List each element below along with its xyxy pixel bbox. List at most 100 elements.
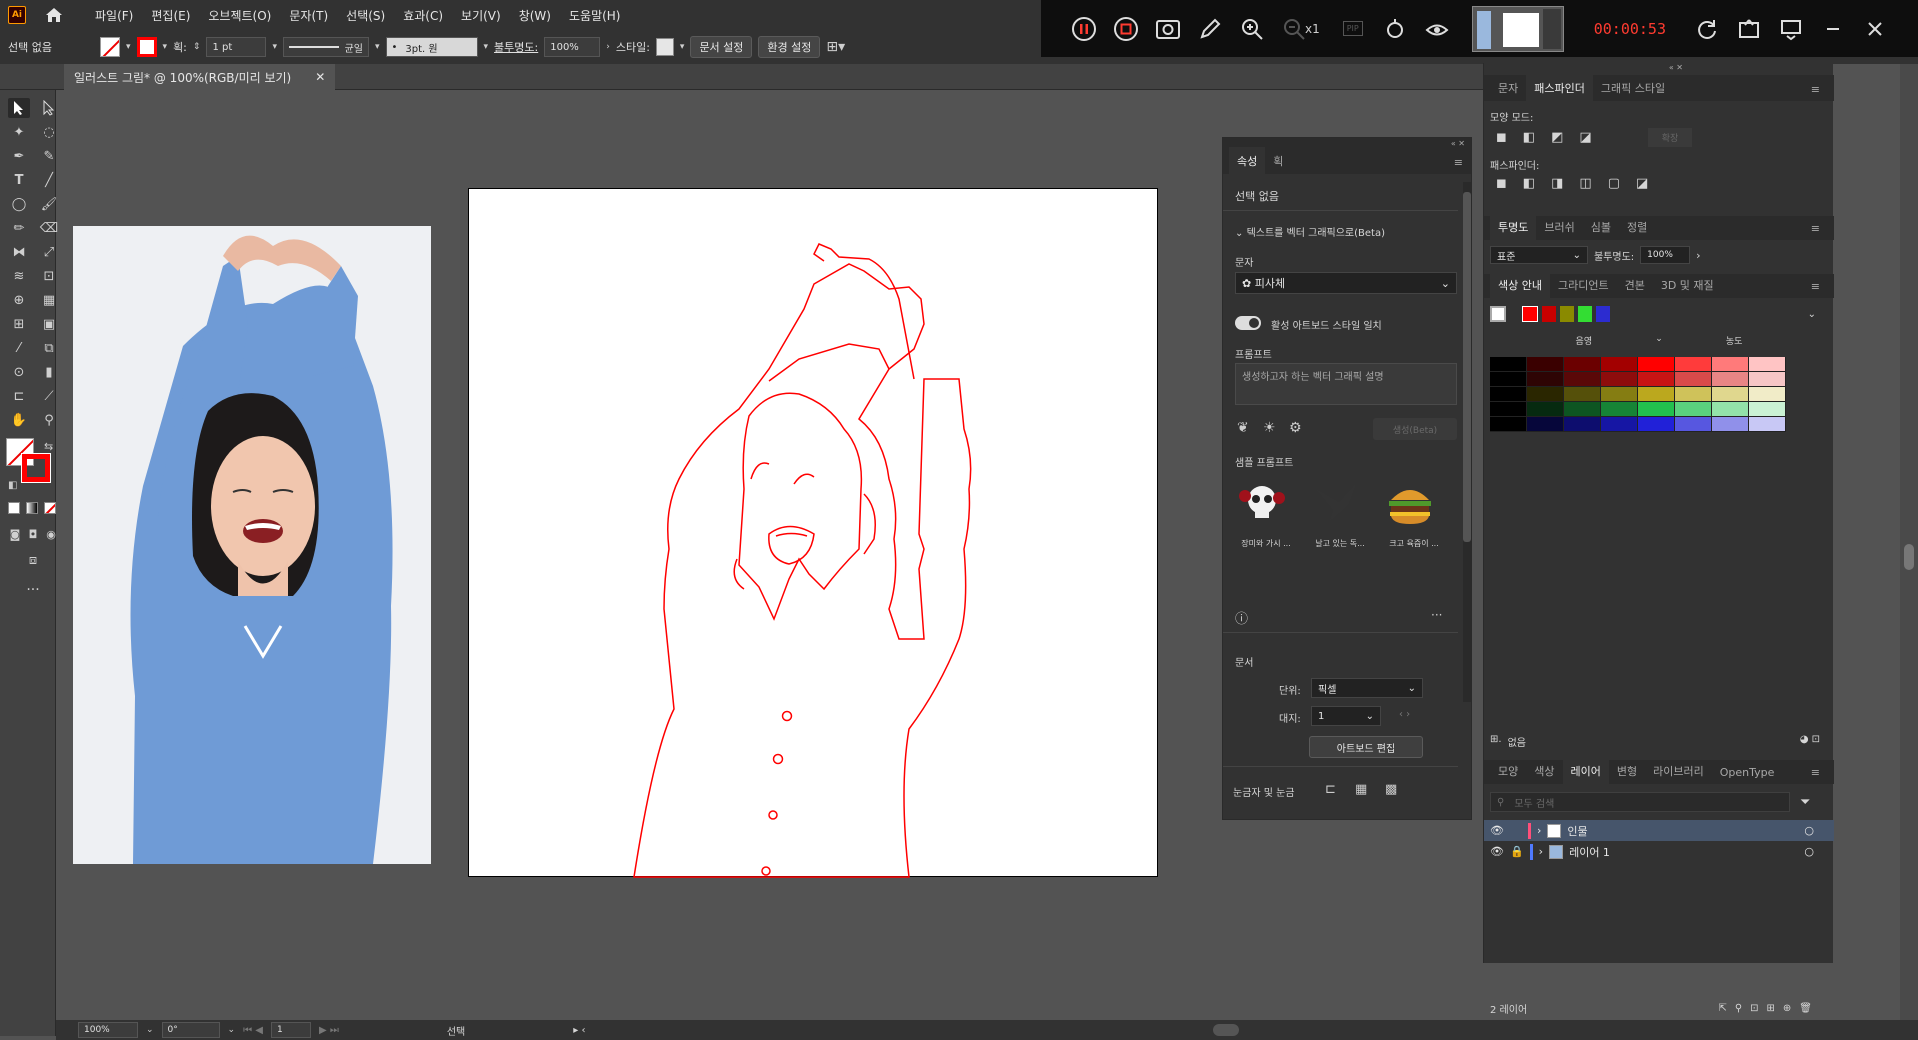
recording-preview-thumbnail[interactable] bbox=[1471, 5, 1564, 52]
palette-swatch[interactable] bbox=[1564, 402, 1601, 417]
blend-mode-dropdown[interactable]: 표준 ⌄ bbox=[1490, 246, 1588, 264]
chevron-right-icon[interactable]: › bbox=[1537, 824, 1541, 837]
gradient-mode-icon[interactable] bbox=[26, 502, 38, 514]
palette-swatch[interactable] bbox=[1638, 417, 1675, 432]
minimize-icon[interactable] bbox=[1812, 8, 1854, 50]
panel-menu-icon[interactable]: ≡ bbox=[1811, 83, 1820, 101]
grid-icon[interactable]: ▦ bbox=[1355, 782, 1367, 797]
mesh-tool-icon[interactable]: ⊞ bbox=[8, 314, 30, 334]
style-swatch[interactable] bbox=[655, 38, 674, 56]
palette-swatch[interactable] bbox=[1675, 417, 1712, 432]
palette-swatch[interactable] bbox=[1601, 387, 1638, 402]
document-tab[interactable]: 일러스트 그림* @ 100%(RGB/미리 보기) ✕ bbox=[64, 64, 336, 90]
palette-swatch[interactable] bbox=[1749, 372, 1786, 387]
target-circle-icon[interactable]: ○ bbox=[1804, 824, 1814, 837]
blend-tool-icon[interactable]: ⧉ bbox=[38, 338, 60, 358]
palette-swatch[interactable] bbox=[1490, 372, 1527, 387]
menu-select[interactable]: 선택(S) bbox=[337, 7, 394, 24]
palette-swatch[interactable] bbox=[1564, 357, 1601, 372]
collapse-icon[interactable]: « ✕ bbox=[1451, 139, 1465, 148]
palette-swatch[interactable] bbox=[1490, 402, 1527, 417]
tab-swatches[interactable]: 견본 bbox=[1617, 277, 1653, 298]
tab-appearance[interactable]: 모양 bbox=[1490, 763, 1526, 784]
menu-object[interactable]: 오브젝트(O) bbox=[199, 7, 280, 24]
line-tool-icon[interactable]: ╱ bbox=[38, 170, 60, 190]
trim-icon[interactable]: ◧ bbox=[1523, 176, 1535, 191]
tab-layers[interactable]: 레이어 bbox=[1562, 757, 1609, 784]
cursor-effect-icon[interactable] bbox=[1374, 8, 1416, 50]
scale-tool-icon[interactable]: ⤢ bbox=[38, 242, 60, 262]
menu-view[interactable]: 보기(V) bbox=[452, 7, 510, 24]
visibility-eye-icon[interactable]: 👁 bbox=[1490, 845, 1504, 858]
exclude-icon[interactable]: ◪ bbox=[1579, 130, 1591, 145]
intersect-icon[interactable]: ◩ bbox=[1551, 130, 1563, 145]
grid-view-icon[interactable]: ⊞. bbox=[1490, 734, 1502, 749]
lasso-tool-icon[interactable]: ◌ bbox=[38, 122, 60, 142]
minus-back-icon[interactable]: ◪ bbox=[1636, 176, 1648, 191]
palette-swatch[interactable] bbox=[1749, 357, 1786, 372]
palette-swatch[interactable] bbox=[1564, 387, 1601, 402]
tab-color[interactable]: 색상 bbox=[1526, 763, 1562, 784]
chevron-down-icon[interactable]: ▾ bbox=[272, 42, 277, 52]
tab-align[interactable]: 정렬 bbox=[1619, 219, 1655, 240]
palette-swatch[interactable] bbox=[1638, 387, 1675, 402]
direct-selection-tool-icon[interactable] bbox=[38, 98, 60, 118]
default-colors-icon[interactable]: ◧ bbox=[8, 480, 17, 491]
screenshot-icon[interactable] bbox=[1147, 8, 1189, 50]
artboard[interactable] bbox=[468, 188, 1158, 878]
info-icon[interactable]: ⓘ bbox=[1235, 608, 1248, 627]
none-mode-icon[interactable] bbox=[44, 502, 56, 514]
properties-scrollbar[interactable] bbox=[1463, 182, 1471, 702]
layer-row-layer1[interactable]: 👁 🔒 › 레이어 1 ○ bbox=[1484, 841, 1834, 862]
palette-swatch[interactable] bbox=[1712, 357, 1749, 372]
more-options-icon[interactable]: ··· bbox=[1431, 608, 1442, 622]
tab-opentype[interactable]: OpenType bbox=[1712, 766, 1783, 784]
unite-icon[interactable]: ◼ bbox=[1496, 130, 1507, 145]
menu-window[interactable]: 창(W) bbox=[510, 7, 560, 24]
reference-photo[interactable] bbox=[73, 226, 431, 864]
horizontal-scroll-thumb[interactable] bbox=[1213, 1024, 1240, 1036]
visibility-eye-icon[interactable]: 👁 bbox=[1490, 824, 1504, 837]
settings-dropdown-icon[interactable] bbox=[1770, 8, 1812, 50]
prompt-textarea[interactable]: 생성하고자 하는 벡터 그래픽 설명 bbox=[1235, 363, 1457, 405]
merge-icon[interactable]: ◨ bbox=[1551, 176, 1563, 191]
vertical-scrollbar[interactable] bbox=[1900, 64, 1918, 1040]
palette-swatch[interactable] bbox=[1490, 357, 1527, 372]
stop-icon[interactable] bbox=[1105, 8, 1147, 50]
palette-swatch[interactable] bbox=[1601, 357, 1638, 372]
free-transform-tool-icon[interactable]: ⊡ bbox=[38, 266, 60, 286]
palette-swatch[interactable] bbox=[1601, 372, 1638, 387]
pen-tool-icon[interactable]: ✒ bbox=[8, 146, 30, 166]
chevron-down-icon[interactable]: ▾ bbox=[126, 42, 131, 52]
palette-swatch[interactable] bbox=[1527, 417, 1564, 432]
panel-menu-icon[interactable]: ≡ bbox=[1811, 766, 1820, 784]
eye-effect-icon[interactable] bbox=[1416, 8, 1458, 50]
chevron-down-icon[interactable]: ⌄ bbox=[146, 1025, 154, 1035]
pip-icon[interactable]: PIP bbox=[1332, 8, 1374, 50]
zoom-level-input[interactable]: 100% bbox=[78, 1022, 138, 1038]
tab-color-guide[interactable]: 색상 안내 bbox=[1490, 271, 1550, 298]
gradient-tool-icon[interactable]: ▣ bbox=[38, 314, 60, 334]
menu-type[interactable]: 문자(T) bbox=[280, 7, 337, 24]
warp-tool-icon[interactable]: ≋ bbox=[8, 266, 30, 286]
tab-graphic-styles[interactable]: 그래픽 스타일 bbox=[1593, 80, 1673, 101]
zoom-tool-icon[interactable]: ⚲ bbox=[38, 410, 60, 430]
palette-swatch[interactable] bbox=[1712, 372, 1749, 387]
zoom-in-icon[interactable] bbox=[1231, 8, 1273, 50]
subject-dropdown[interactable]: ✿ 피사체 ⌄ bbox=[1235, 272, 1457, 294]
opacity-label[interactable]: 불투명도: bbox=[494, 39, 538, 55]
color-mode-icon[interactable] bbox=[8, 502, 20, 514]
layer-row-person[interactable]: 👁 › 인물 ○ bbox=[1484, 820, 1834, 841]
close-tab-icon[interactable]: ✕ bbox=[315, 70, 325, 84]
artboard-nav-next-icon[interactable]: ▶ ⏭ bbox=[319, 1025, 339, 1036]
palette-swatch[interactable] bbox=[1749, 402, 1786, 417]
menu-effect[interactable]: 효과(C) bbox=[394, 7, 452, 24]
panel-menu-icon[interactable]: ≡ bbox=[1811, 222, 1820, 240]
palette-swatch[interactable] bbox=[1749, 417, 1786, 432]
palette-swatch[interactable] bbox=[1564, 417, 1601, 432]
palette-swatch[interactable] bbox=[1749, 387, 1786, 402]
chevron-down-icon[interactable]: ▾ bbox=[680, 42, 685, 52]
graph-tool-icon[interactable]: ▮ bbox=[38, 362, 60, 382]
selection-tool-icon[interactable] bbox=[8, 98, 30, 118]
generate-button[interactable]: 생성(Beta) bbox=[1373, 418, 1457, 440]
